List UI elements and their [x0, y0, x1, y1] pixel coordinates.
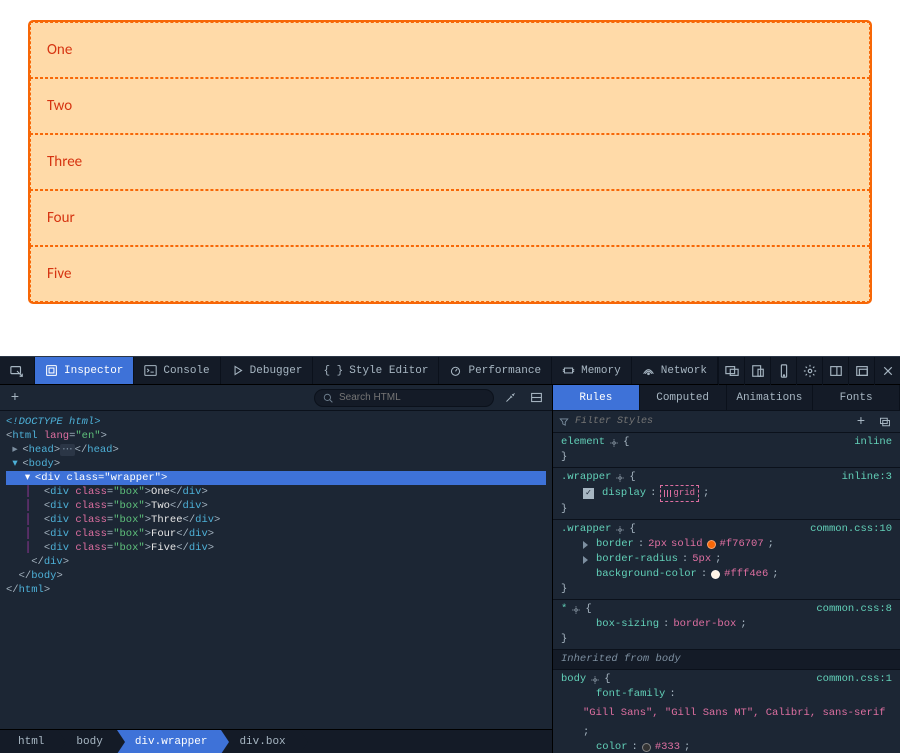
iframe-picker-icon[interactable] — [718, 357, 744, 385]
color-swatch[interactable] — [642, 743, 651, 752]
css-declaration[interactable]: border: 2px solid #f76707; — [561, 537, 892, 552]
subtab-computed[interactable]: Computed — [640, 385, 727, 410]
filter-styles-input[interactable] — [575, 416, 846, 427]
selector[interactable]: element — [561, 435, 605, 450]
toggle-classes-icon[interactable] — [876, 416, 894, 428]
css-declaration[interactable]: box-sizing: border-box; — [561, 617, 892, 632]
tab-label: Style Editor — [349, 365, 428, 377]
search-icon — [323, 393, 333, 403]
devtools-panel: Inspector Console Debugger { } Style Edi… — [0, 356, 900, 753]
rule-star: * {common.css:8 box-sizing: border-box; … — [553, 600, 900, 650]
markup-toolbar: + — [0, 385, 552, 411]
rule-element: element {inline } — [553, 433, 900, 468]
breadcrumb-item[interactable]: html — [0, 730, 58, 753]
tab-label: Memory — [581, 365, 621, 377]
element-picker-button[interactable] — [0, 357, 35, 384]
breadcrumb-item-active[interactable]: div.wrapper — [117, 730, 222, 753]
settings-icon[interactable] — [796, 357, 822, 385]
selector-highlight-icon[interactable] — [609, 438, 619, 448]
add-node-button[interactable]: + — [6, 390, 24, 406]
tab-console[interactable]: Console — [134, 357, 220, 384]
selector[interactable]: * — [561, 602, 567, 617]
color-swatch[interactable] — [707, 540, 716, 549]
filter-icon — [559, 417, 569, 427]
subtab-rules[interactable]: Rules — [553, 385, 640, 410]
rules-list[interactable]: element {inline } .wrapper {inline:3 ✓di… — [553, 433, 900, 753]
selector-highlight-icon[interactable] — [615, 473, 625, 483]
grid-box: Three — [30, 134, 870, 190]
selector-highlight-icon[interactable] — [590, 675, 600, 685]
selector-highlight-icon[interactable] — [571, 605, 581, 615]
grid-box: Four — [30, 190, 870, 246]
expand-shorthand-icon[interactable] — [583, 541, 588, 549]
mobile-icon[interactable] — [770, 357, 796, 385]
rule-source[interactable]: common.css:1 — [816, 672, 892, 687]
tab-label: Inspector — [64, 365, 123, 377]
subtab-animations[interactable]: Animations — [727, 385, 814, 410]
eyedropper-icon[interactable] — [500, 389, 520, 407]
grid-box: Two — [30, 78, 870, 134]
tab-inspector[interactable]: Inspector — [35, 357, 134, 384]
dock-window-icon[interactable] — [848, 357, 874, 385]
rules-subtabs: Rules Computed Animations Fonts — [553, 385, 900, 411]
tab-network[interactable]: Network — [632, 357, 718, 384]
expand-shorthand-icon[interactable] — [583, 556, 588, 564]
selector[interactable]: body — [561, 672, 586, 687]
filter-styles-row: + — [553, 411, 900, 433]
tab-label: Performance — [468, 365, 541, 377]
rendered-page-preview: One Two Three Four Five — [0, 0, 900, 356]
responsive-mode-icon[interactable] — [744, 357, 770, 385]
toolbar-right-icons — [718, 357, 900, 384]
rules-pane: Rules Computed Animations Fonts + elemen… — [553, 385, 900, 753]
search-html-input[interactable] — [339, 392, 485, 403]
inherited-from-header: Inherited from body — [553, 650, 900, 670]
doctype-node: <!DOCTYPE html> — [6, 416, 101, 428]
dock-side-icon[interactable] — [822, 357, 848, 385]
rule-source[interactable]: inline — [854, 435, 892, 450]
tab-label: Debugger — [250, 365, 303, 377]
markup-pane: + <!DOCTYPE html> <html lang="en"> ▸<hea… — [0, 385, 553, 753]
rule-source[interactable]: common.css:8 — [816, 602, 892, 617]
rule-source[interactable]: common.css:10 — [810, 522, 892, 537]
rule-wrapper-inline: .wrapper {inline:3 ✓display: grid; } — [553, 468, 900, 520]
selector[interactable]: .wrapper — [561, 522, 611, 537]
selected-dom-node[interactable]: ▾<div class="wrapper"> — [6, 471, 546, 485]
subtab-fonts[interactable]: Fonts — [813, 385, 900, 410]
tab-label: Network — [661, 365, 707, 377]
close-devtools-icon[interactable] — [874, 357, 900, 385]
dom-tree[interactable]: <!DOCTYPE html> <html lang="en"> ▸<head>… — [0, 411, 552, 729]
breadcrumb-bar: html body div.wrapper div.box — [0, 729, 552, 753]
rule-wrapper-common: .wrapper {common.css:10 border: 2px soli… — [553, 520, 900, 600]
search-html-box[interactable] — [314, 389, 494, 407]
css-declaration[interactable]: font-family: "Gill Sans", "Gill Sans MT"… — [561, 687, 892, 740]
tab-style-editor[interactable]: { } Style Editor — [313, 357, 439, 384]
toggle-split-icon[interactable] — [526, 389, 546, 407]
toggle-declaration-checkbox[interactable]: ✓ — [583, 488, 594, 499]
add-rule-button[interactable]: + — [852, 414, 870, 430]
selector[interactable]: .wrapper — [561, 470, 611, 485]
breadcrumb-item[interactable]: div.box — [221, 730, 299, 753]
tab-label: Console — [163, 365, 209, 377]
css-declaration[interactable]: ✓display: grid; — [561, 485, 892, 502]
tab-memory[interactable]: Memory — [552, 357, 632, 384]
tab-debugger[interactable]: Debugger — [221, 357, 314, 384]
css-declaration[interactable]: border-radius: 5px; — [561, 552, 892, 567]
grid-highlight-toggle[interactable]: grid — [660, 485, 699, 502]
css-declaration[interactable]: background-color: #fff4e6; — [561, 567, 892, 582]
selector-highlight-icon[interactable] — [615, 525, 625, 535]
grid-box: One — [30, 22, 870, 78]
breadcrumb-item[interactable]: body — [58, 730, 116, 753]
rule-source[interactable]: inline:3 — [842, 470, 892, 485]
grid-wrapper: One Two Three Four Five — [28, 20, 872, 304]
tab-performance[interactable]: Performance — [439, 357, 552, 384]
color-swatch[interactable] — [711, 570, 720, 579]
rule-body: body {common.css:1 font-family: "Gill Sa… — [553, 670, 900, 753]
grid-box: Five — [30, 246, 870, 302]
css-declaration[interactable]: color: #333; — [561, 740, 892, 753]
devtools-toolbar: Inspector Console Debugger { } Style Edi… — [0, 357, 900, 385]
